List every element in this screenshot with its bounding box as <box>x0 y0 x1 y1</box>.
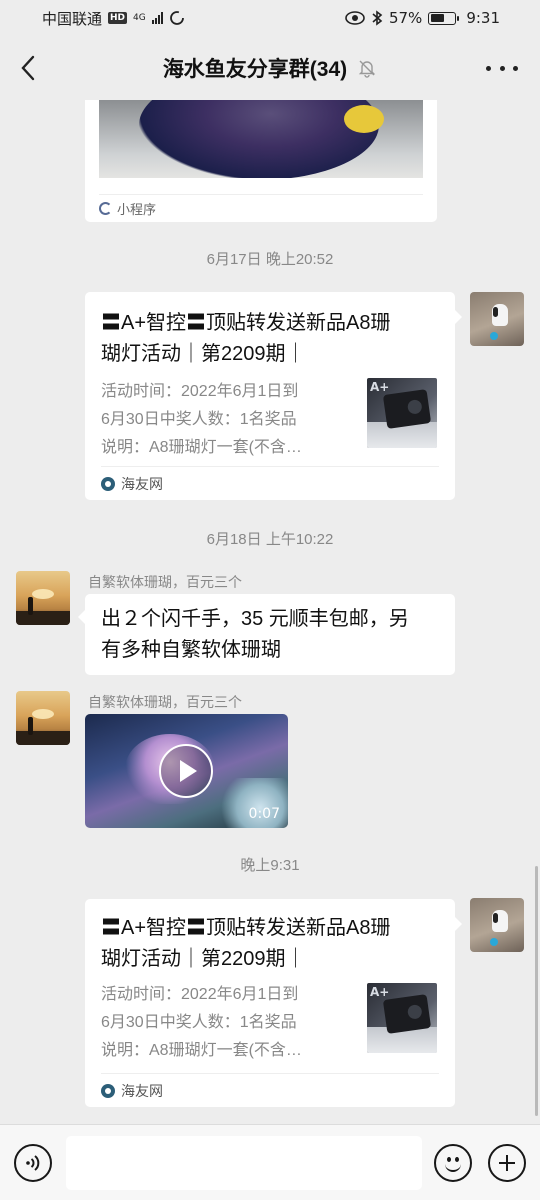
clock: 9:31 <box>466 9 500 27</box>
avatar[interactable] <box>470 898 524 952</box>
back-button[interactable] <box>14 54 42 82</box>
network-label: 4G <box>133 12 146 23</box>
link-card-title: 瑚灯活动｜第2209期｜ <box>101 948 306 970</box>
bluetooth-icon <box>372 10 383 26</box>
link-card-thumbnail: A+ <box>367 378 437 448</box>
sender-name: 自繁软体珊瑚，百元三个 <box>88 574 242 590</box>
message-input[interactable] <box>66 1136 422 1190</box>
input-bar <box>0 1124 540 1200</box>
avatar[interactable] <box>16 691 70 745</box>
source-icon <box>101 1083 115 1098</box>
source-icon <box>101 476 115 491</box>
carrier-label: 中国联通 <box>42 9 103 28</box>
message-text: 出２个闪千手，35 元顺丰包邮，另 <box>101 608 409 630</box>
video-duration: 0:07 <box>248 806 280 822</box>
voice-icon <box>26 1155 40 1171</box>
link-card[interactable]: 〓A+智控〓顶贴转发送新品A8珊 瑚灯活动｜第2209期｜ 活动时间：2022年… <box>85 899 462 1107</box>
sender-name: 自繁软体珊瑚，百元三个 <box>88 694 242 710</box>
emoji-button[interactable] <box>434 1144 472 1182</box>
voice-button[interactable] <box>14 1144 52 1182</box>
link-card-title: 〓A+智控〓顶贴转发送新品A8珊 <box>101 312 391 334</box>
chat-header: 海水鱼友分享群(34) <box>0 36 540 100</box>
link-card-title: 瑚灯活动｜第2209期｜ <box>101 343 306 365</box>
link-card[interactable]: 〓A+智控〓顶贴转发送新品A8珊 瑚灯活动｜第2209期｜ 活动时间：2022年… <box>85 292 462 500</box>
link-card-thumbnail: A+ <box>367 983 437 1053</box>
link-card-desc: 6月30日中奖人数：1名奖品 <box>101 1014 297 1031</box>
more-button[interactable] <box>486 58 518 78</box>
plus-button[interactable] <box>488 1144 526 1182</box>
chat-title: 海水鱼友分享群(34) <box>162 58 348 81</box>
mini-program-card[interactable]: 小程序 <box>85 100 437 222</box>
message-text: 有多种自繁软体珊瑚 <box>101 639 281 661</box>
timestamp: 晚上9:31 <box>240 857 300 874</box>
mini-program-icon <box>99 202 112 215</box>
battery-percent: 57% <box>388 9 423 27</box>
back-arrow-icon <box>21 55 35 81</box>
message-list[interactable]: 小程序 6月17日 晚上20:52 〓A+智控〓顶贴转发送新品A8珊 瑚灯活动｜… <box>0 100 540 1124</box>
link-card-desc: 说明：A8珊瑚灯一套(不含… <box>101 439 302 456</box>
avatar[interactable] <box>470 292 524 346</box>
link-card-desc: 活动时间：2022年6月1日到 <box>101 383 299 400</box>
video-message[interactable]: 0:07 <box>85 714 288 828</box>
more-icon <box>486 65 491 71</box>
timestamp: 6月18日 上午10:22 <box>206 531 334 548</box>
eye-icon <box>345 11 365 25</box>
mini-program-image <box>99 100 423 178</box>
link-card-source: 海友网 <box>121 476 163 493</box>
link-card-desc: 活动时间：2022年6月1日到 <box>101 986 299 1003</box>
signal-icon <box>151 12 163 24</box>
link-card-title: 〓A+智控〓顶贴转发送新品A8珊 <box>101 917 391 939</box>
loading-icon <box>169 11 184 25</box>
battery-icon <box>428 11 460 25</box>
link-card-desc: 6月30日中奖人数：1名奖品 <box>101 411 297 428</box>
status-bar: 中国联通 HD 4G 57% 9:31 <box>0 0 540 36</box>
mute-bell-icon <box>358 60 376 78</box>
text-message[interactable]: 出２个闪千手，35 元顺丰包邮，另 有多种自繁软体珊瑚 <box>78 594 455 675</box>
play-icon[interactable] <box>159 744 213 798</box>
mini-program-label: 小程序 <box>117 203 157 218</box>
link-card-desc: 说明：A8珊瑚灯一套(不含… <box>101 1042 302 1059</box>
avatar[interactable] <box>16 571 70 625</box>
scrollbar[interactable] <box>535 866 538 1116</box>
timestamp: 6月17日 晚上20:52 <box>206 251 334 268</box>
link-card-source: 海友网 <box>121 1083 163 1100</box>
hd-icon: HD <box>108 12 128 24</box>
